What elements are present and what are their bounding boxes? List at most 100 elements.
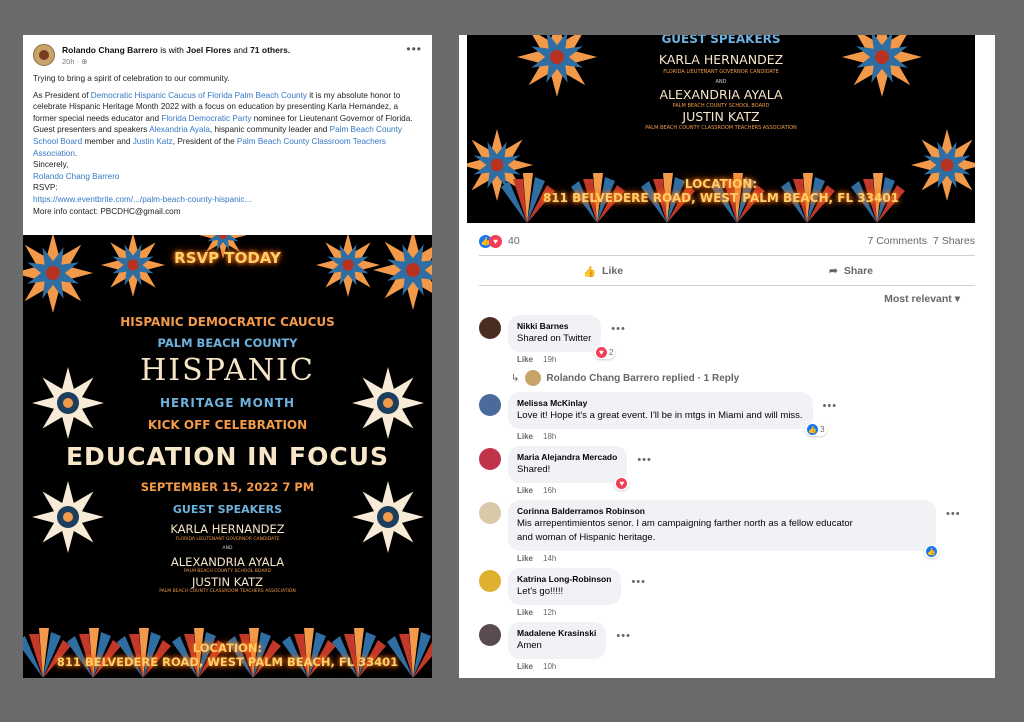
comment-time[interactable]: 14h <box>543 554 556 563</box>
comment-like-button[interactable]: Like <box>517 608 533 617</box>
comment-time[interactable]: 12h <box>543 608 556 617</box>
comments-count[interactable]: 7 Comments <box>867 235 927 247</box>
comment: Corinna Balderramos Robinson Mis arrepen… <box>479 500 961 563</box>
author-name[interactable]: Rolando Chang Barrero <box>62 45 158 55</box>
flyer-county: PALM BEACH COUNTY <box>157 336 298 350</box>
globe-icon: ⊕ <box>81 57 88 66</box>
shares-count[interactable]: 7 Shares <box>933 235 975 247</box>
comment-text-line-2: and woman of Hispanic heritage. <box>517 532 656 543</box>
commenter-name[interactable]: Corinna Balderramos Robinson <box>517 505 926 517</box>
post-time[interactable]: 20h · <box>62 57 79 66</box>
reaction-count[interactable]: 40 <box>508 235 520 247</box>
commenter-avatar[interactable] <box>479 317 501 339</box>
flyer-speaker-1-title: FLORIDA LIEUTENANT GOVERNOR CANDIDATE <box>663 69 779 75</box>
comment-time[interactable]: 18h <box>543 432 556 441</box>
comment-text: Amen <box>517 640 542 651</box>
comment-like-button[interactable]: Like <box>517 486 533 495</box>
author-avatar[interactable] <box>33 44 55 66</box>
comment-time[interactable]: 19h <box>543 355 556 364</box>
event-flyer-image[interactable]: RSVP TODAY HISPANIC DEMOCRATIC CAUCUS PA… <box>23 235 432 678</box>
text: member and <box>82 136 133 146</box>
comment-reactions[interactable]: ♥ <box>614 477 630 490</box>
comment-menu-icon[interactable]: ••• <box>637 454 652 495</box>
post-menu-icon[interactable]: ••• <box>406 43 422 55</box>
comment-time[interactable]: 10h <box>543 662 556 671</box>
reply-text: replied · 1 Reply <box>661 372 740 384</box>
divider <box>479 255 975 256</box>
comments-panel: GUEST SPEAKERS KARLA HERNANDEZ FLORIDA L… <box>459 35 995 678</box>
caucus-link[interactable]: Democratic Hispanic Caucus of Florida Pa… <box>91 91 307 100</box>
commenter-name[interactable]: Maria Alejandra Mercado <box>517 451 617 463</box>
commenter-name[interactable]: Melissa McKinlay <box>517 397 803 409</box>
share-label: Share <box>843 265 873 277</box>
text: As President of <box>33 90 91 100</box>
flyer-speaker-3: JUSTIN KATZ <box>682 109 760 124</box>
comment-menu-icon[interactable]: ••• <box>611 323 626 364</box>
comment-bubble: Melissa McKinlay Love it! Hope it's a gr… <box>508 392 827 436</box>
comment-menu-icon[interactable]: ••• <box>631 576 646 617</box>
comment-reactions[interactable]: 👍 <box>924 545 939 558</box>
comment-time[interactable]: 16h <box>543 486 556 495</box>
text: . <box>74 148 78 158</box>
post-header: Rolando Chang Barrero is with Joel Flore… <box>23 35 432 72</box>
ayala-link[interactable]: Alexandria Ayala <box>149 125 210 134</box>
comment-reactions[interactable]: 👍 3 <box>805 423 827 436</box>
with-text: is with <box>160 45 184 55</box>
flyer-kickoff: KICK OFF CELEBRATION <box>147 418 308 432</box>
comment-menu-icon[interactable]: ••• <box>946 508 961 563</box>
like-button[interactable]: 👍 Like <box>479 259 727 283</box>
comment-like-button[interactable]: Like <box>517 662 533 671</box>
comment-like-button[interactable]: Like <box>517 432 533 441</box>
flyer-caucus: HISPANIC DEMOCRATIC CAUCUS <box>120 315 335 329</box>
commenter-avatar[interactable] <box>479 624 501 646</box>
comment-reactions[interactable]: ♥ 2 <box>593 346 616 359</box>
sort-dropdown[interactable]: Most relevant ▾ <box>884 293 960 305</box>
post-paragraph-2: Guest presenters and speakers Alexandria… <box>33 124 422 159</box>
reaction-count: 3 <box>820 425 825 434</box>
others-link[interactable]: 71 others. <box>250 45 290 55</box>
text: nominee for Lieutenant Governor of Flori… <box>251 113 413 123</box>
flyer-speaker-2-title: PALM BEACH COUNTY SCHOOL BOARD <box>183 569 272 574</box>
flyer-guest: GUEST SPEAKERS <box>661 35 781 46</box>
contact-info: More info contact: PBCDHC@gmail.com <box>33 206 181 216</box>
sincerely: Sincerely, <box>33 160 69 170</box>
and-text: and <box>233 45 248 55</box>
signature-link[interactable]: Rolando Chang Barrero <box>33 171 422 183</box>
commenter-name[interactable]: Nikki Barnes <box>517 320 591 332</box>
flyer-and: AND <box>222 546 233 551</box>
commenter-avatar[interactable] <box>479 570 501 592</box>
comment-text: Love it! Hope it's a great event. I'll b… <box>517 410 803 421</box>
text: , President of the <box>172 136 237 146</box>
commenter-avatar[interactable] <box>479 448 501 470</box>
comment-bubble: Nikki Barnes Shared on Twitter ♥ 2 <box>508 315 616 359</box>
divider <box>479 285 975 286</box>
katz-link[interactable]: Justin Katz <box>133 137 173 146</box>
comment-bubble: Madalene Krasinski Amen <box>508 622 607 659</box>
flyer-location-label: LOCATION: <box>192 641 263 655</box>
share-button[interactable]: ➦ Share <box>727 259 975 283</box>
like-reaction-icon: 👍 <box>926 546 937 557</box>
replier-avatar <box>525 370 542 386</box>
comment-menu-icon[interactable]: ••• <box>823 400 838 441</box>
eventbrite-link[interactable]: https://www.eventbrite.com/.../palm-beac… <box>33 194 422 206</box>
tagged-name[interactable]: Joel Flores <box>186 45 231 55</box>
comment-like-button[interactable]: Like <box>517 355 533 364</box>
commenter-name[interactable]: Katrina Long-Robinson <box>517 573 611 585</box>
event-flyer-image-cropped[interactable]: GUEST SPEAKERS KARLA HERNANDEZ FLORIDA L… <box>467 35 975 223</box>
comment-menu-icon[interactable]: ••• <box>616 630 631 671</box>
text: Guest presenters and speakers <box>33 125 150 135</box>
comment: Melissa McKinlay Love it! Hope it's a gr… <box>479 392 837 441</box>
party-link[interactable]: Florida Democratic Party <box>161 114 251 123</box>
flyer-speaker-3-title: PALM BEACH COUNTY CLASSROOM TEACHERS ASS… <box>645 125 797 131</box>
action-bar: 👍 Like ➦ Share <box>479 259 975 283</box>
commenter-avatar[interactable] <box>479 502 501 524</box>
flyer-education: EDUCATION IN FOCUS <box>65 442 390 471</box>
flyer-speaker-3: JUSTIN KATZ <box>192 575 263 589</box>
flyer-speaker-1: KARLA HERNANDEZ <box>170 522 285 536</box>
rsvp-label: RSVP: <box>33 183 58 193</box>
commenter-avatar[interactable] <box>479 394 501 416</box>
reply-link[interactable]: ↳ Rolando Chang Barrero replied · 1 Repl… <box>511 370 739 386</box>
comment: Madalene Krasinski Amen Like 10h ••• <box>479 622 631 671</box>
commenter-name[interactable]: Madalene Krasinski <box>517 627 596 639</box>
comment-like-button[interactable]: Like <box>517 554 533 563</box>
